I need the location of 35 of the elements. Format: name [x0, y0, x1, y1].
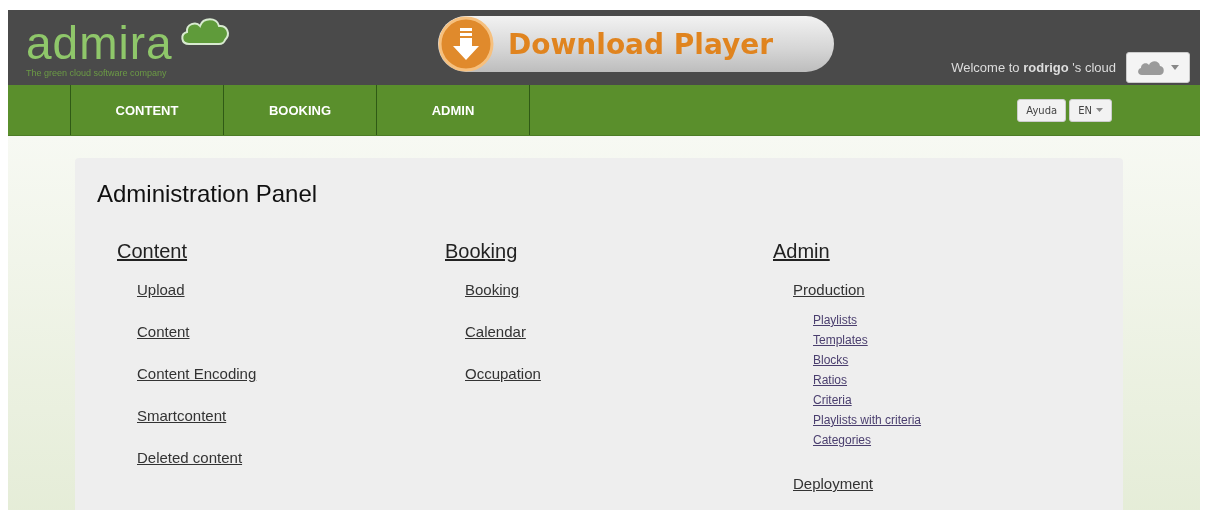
menu-link[interactable]: Deployment: [793, 475, 874, 492]
submenu-link[interactable]: Ratios: [813, 370, 847, 390]
nav-tab[interactable]: CONTENT: [70, 85, 223, 135]
menu-link[interactable]: Upload: [137, 281, 185, 298]
section-link[interactable]: Admin: [773, 240, 830, 263]
menu-link[interactable]: Calendar: [465, 323, 526, 340]
submenu-link[interactable]: Blocks: [813, 350, 849, 370]
submenu-link[interactable]: Templates: [813, 330, 868, 350]
menu-link[interactable]: Content: [137, 323, 190, 340]
section-link[interactable]: Booking: [445, 240, 518, 263]
panel-title: Administration Panel: [97, 180, 319, 208]
logo-text: admira: [26, 20, 173, 66]
menu-link[interactable]: Deleted content: [137, 449, 243, 466]
nav-tab[interactable]: ADMIN: [376, 85, 530, 135]
menu-link[interactable]: Production: [793, 281, 865, 298]
account-menu-button[interactable]: [1126, 52, 1190, 83]
download-icon: [438, 16, 494, 72]
submenu-link[interactable]: Categories: [813, 430, 872, 450]
tagline: The green cloud software company: [26, 68, 168, 78]
submenu-link[interactable]: Criteria: [813, 390, 852, 410]
cloud-icon: [1137, 59, 1165, 76]
menu-link[interactable]: Content Encoding: [137, 365, 257, 382]
help-button[interactable]: Ayuda: [1017, 98, 1067, 122]
menu-link[interactable]: Booking: [465, 281, 520, 298]
submenu-link[interactable]: Playlists: [813, 310, 857, 330]
submenu-link[interactable]: Playlists with criteria: [813, 410, 922, 430]
caret-icon: [1171, 65, 1179, 70]
caret-icon: [1096, 108, 1103, 112]
menu-link[interactable]: Smartcontent: [137, 407, 227, 424]
section-link[interactable]: Content: [117, 240, 188, 263]
cloud-icon: [178, 16, 231, 46]
menu-link[interactable]: Occupation: [465, 365, 541, 382]
language-dropdown[interactable]: EN: [1069, 98, 1112, 122]
nav-tab[interactable]: BOOKING: [223, 85, 376, 135]
welcome-text: Welcome to rodrigo 's cloud: [951, 60, 1116, 75]
